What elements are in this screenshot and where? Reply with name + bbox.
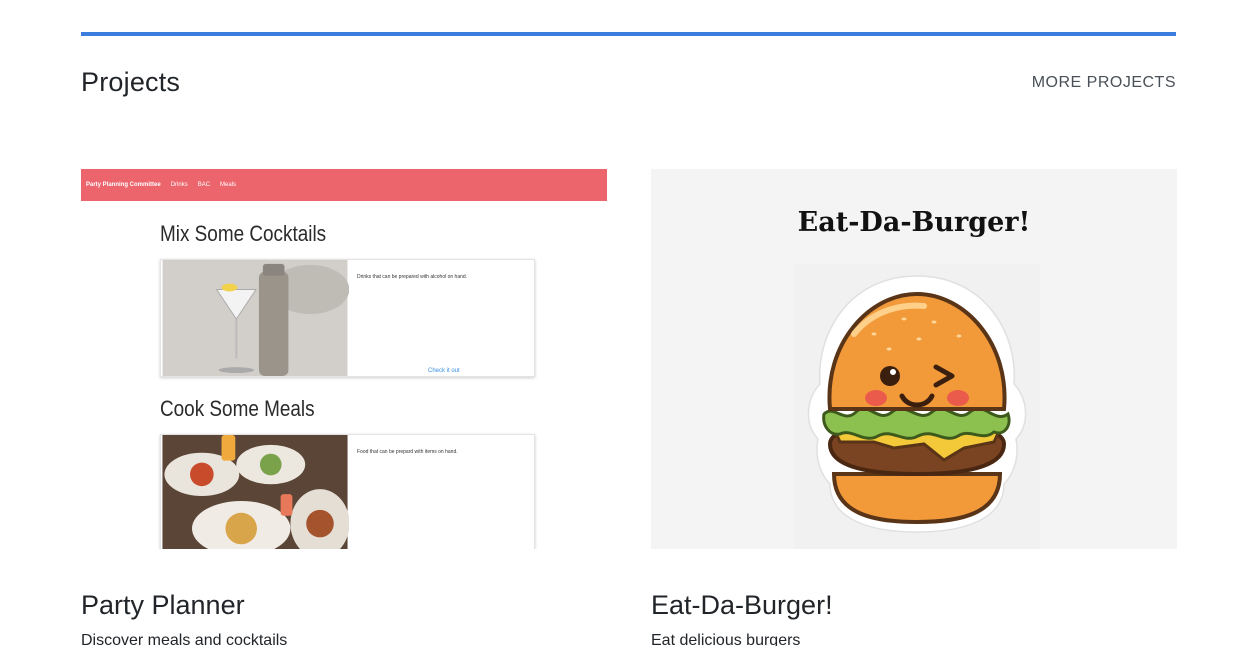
cocktail-image — [162, 260, 349, 376]
thumbnail-check-it-out-link: Check it out — [428, 368, 460, 374]
thumbnail-navbar: Party Planning Committee Drinks BAC Meal… — [81, 169, 607, 201]
section-title: Projects — [81, 67, 181, 97]
thumbnail-heading-cocktails: Mix Some Cocktails — [160, 221, 327, 246]
project-description: Eat delicious burgers — [651, 632, 801, 646]
project-thumbnail[interactable]: Party Planning Committee Drinks BAC Meal… — [81, 169, 607, 549]
thumbnail-panel-drinks: Drinks that can be prepared with alcohol… — [160, 259, 535, 377]
section-divider — [81, 32, 1176, 36]
thumbnail-drinks-text: Drinks that can be prepared with alcohol… — [357, 274, 468, 280]
thumbnail-meals-text: Food that can be prepard with items on h… — [357, 449, 458, 455]
project-card-party-planner[interactable]: Party Planning Committee Drinks BAC Meal… — [81, 169, 607, 646]
meal-image — [162, 435, 349, 549]
thumbnail-nav-brand: Party Planning Committee — [86, 182, 161, 188]
thumbnail-heading-burger: Eat-Da-Burger! — [797, 207, 1031, 238]
burger-icon — [794, 264, 1040, 549]
project-description: Discover meals and cocktails — [81, 632, 288, 646]
thumbnail-nav-item: BAC — [197, 182, 211, 188]
project-title[interactable]: Party Planner — [81, 590, 245, 621]
thumbnail-panel-meals: Food that can be prepard with items on h… — [160, 434, 535, 549]
thumbnail-nav-item: Meals — [220, 182, 237, 188]
project-title[interactable]: Eat-Da-Burger! — [651, 590, 833, 621]
project-card-eat-da-burger[interactable]: Eat-Da-Burger! Eat-Da-Burger! Eat delici… — [651, 169, 1177, 646]
more-projects-link[interactable]: MORE PROJECTS — [1032, 74, 1176, 92]
thumbnail-heading-meals: Cook Some Meals — [160, 396, 315, 421]
project-thumbnail[interactable]: Eat-Da-Burger! — [651, 169, 1177, 549]
thumbnail-nav-item: Drinks — [170, 182, 188, 188]
